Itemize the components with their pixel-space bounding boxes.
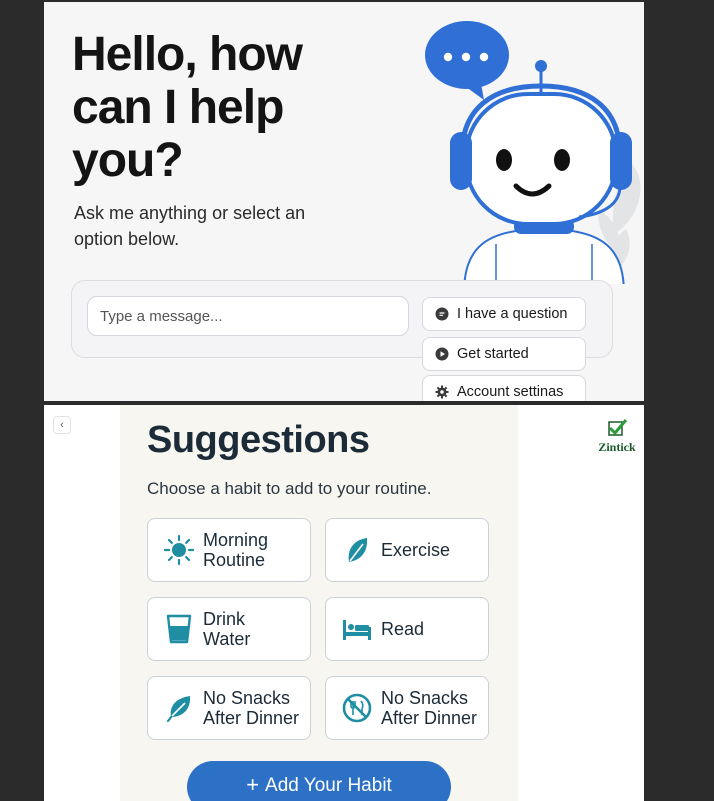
page-subtitle: Choose a habit to add to your routine. [147, 479, 432, 498]
sun-icon [163, 534, 195, 566]
chip-label: I have a question [457, 306, 568, 322]
habit-label: Read [381, 619, 425, 639]
habit-no-snacks-after-dinner-alt[interactable]: No Snacks After Dinner [325, 676, 489, 740]
checkmark-logo-icon [608, 419, 628, 436]
chip-label: Get started [457, 346, 529, 362]
habit-label: No Snacks After Dinner [381, 688, 478, 728]
chat-welcome-panel: Hello, how can I help you? Ask me anythi… [44, 2, 644, 401]
zintick-logo: Zintick [596, 419, 638, 455]
i-have-a-question-button[interactable]: I have a question [422, 297, 586, 331]
habit-drink-water[interactable]: Drink Water [147, 597, 311, 661]
plus-icon: + [246, 772, 260, 797]
leaf-icon [341, 534, 373, 566]
habit-label: Morning Routine [203, 530, 269, 570]
add-habit-label: Add Your Habit [265, 775, 392, 796]
ellipsis-speech-bubble-icon [425, 21, 509, 100]
chip-label: Account settinas [457, 384, 564, 400]
page-title: Suggestions [147, 419, 370, 461]
habit-morning-routine[interactable]: Morning Routine [147, 518, 311, 582]
habit-label: Exercise [381, 540, 451, 560]
chat-bubble-icon [435, 307, 449, 321]
robot-mascot [425, 21, 641, 284]
back-button[interactable]: ‹ [53, 416, 71, 434]
habit-exercise[interactable]: Exercise [325, 518, 489, 582]
habit-label: Drink Water [203, 609, 251, 649]
habit-read[interactable]: Read [325, 597, 489, 661]
no-food-icon [341, 692, 373, 724]
welcome-heading: Hello, how can I help you? [72, 28, 303, 187]
logo-text: Zintick [598, 440, 636, 454]
get-started-button[interactable]: Get started [422, 337, 586, 371]
water-glass-icon [163, 613, 195, 645]
welcome-subheading: Ask me anything or select an option belo… [74, 203, 306, 249]
play-icon [435, 347, 449, 361]
leaf-icon [163, 692, 195, 724]
bed-icon [341, 613, 373, 645]
gear-icon [435, 385, 449, 399]
add-your-habit-button[interactable]: + Add Your Habit [187, 761, 451, 801]
account-settings-button[interactable]: Account settinas [422, 375, 586, 401]
message-input[interactable] [87, 296, 409, 336]
habit-no-snacks-after-dinner[interactable]: No Snacks After Dinner [147, 676, 311, 740]
habit-label: No Snacks After Dinner [203, 688, 300, 728]
habit-suggestions-panel: ‹ Zintick Suggestions Choose a habit to … [44, 405, 644, 801]
